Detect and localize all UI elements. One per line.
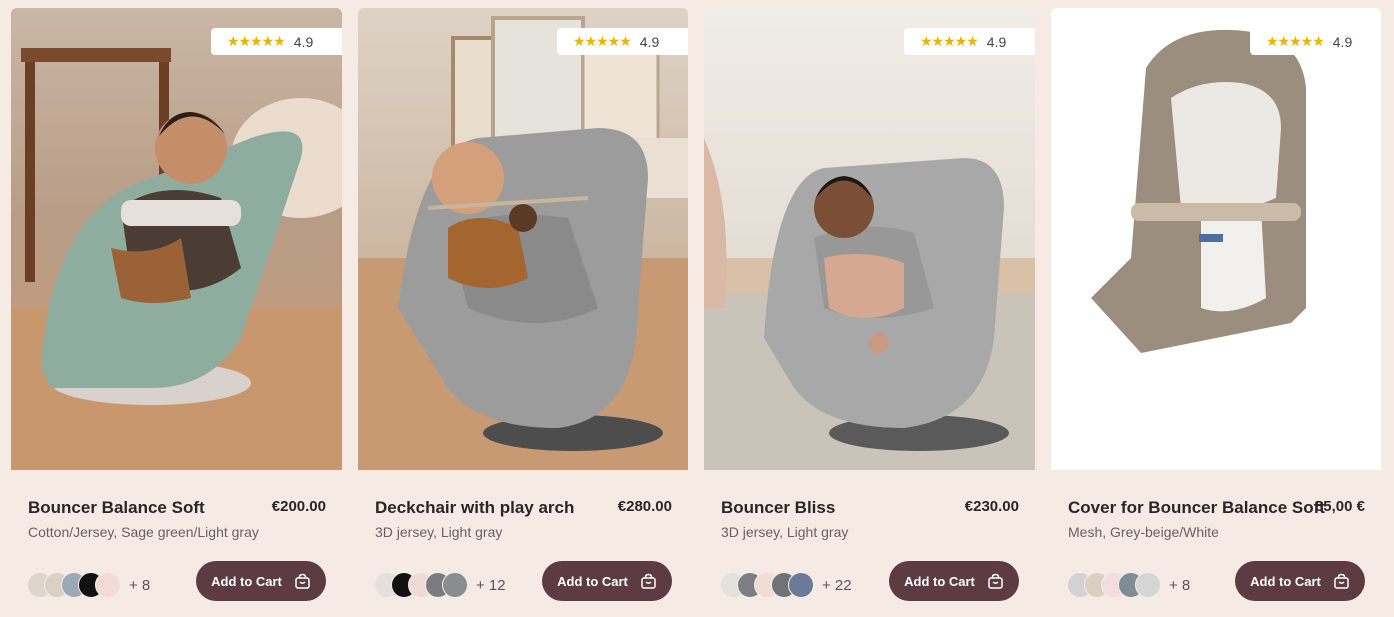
rating-value: 4.9 [639, 33, 660, 50]
product-card[interactable]: ★★★★★ 4.9 Deckchair with play arch €280.… [358, 8, 688, 608]
rating-value: 4.9 [293, 33, 314, 50]
baby-in-light-grey-bouncer-photo [704, 138, 1035, 470]
add-to-cart-label: Add to Cart [557, 573, 628, 589]
star-rating-icon: ★★★★★ [920, 33, 979, 49]
add-to-cart-label: Add to Cart [211, 573, 282, 589]
add-to-cart-label: Add to Cart [904, 573, 975, 589]
product-title[interactable]: Cover for Bouncer Balance Soft [1068, 498, 1325, 518]
product-image[interactable]: ★★★★★ 4.9 [704, 8, 1035, 470]
color-swatch[interactable] [442, 572, 468, 598]
rating-badge: ★★★★★ 4.9 [904, 28, 1035, 55]
product-title[interactable]: Deckchair with play arch [375, 498, 574, 518]
more-colors-count[interactable]: + 8 [1169, 577, 1190, 594]
product-title[interactable]: Bouncer Balance Soft [28, 498, 205, 518]
color-swatch[interactable] [1135, 572, 1161, 598]
rating-value: 4.9 [986, 33, 1007, 50]
color-swatches: + 8 [27, 572, 150, 598]
mesh-bouncer-cover-photo [1091, 29, 1306, 354]
color-swatches: + 8 [1067, 572, 1190, 598]
shopping-bag-icon [987, 573, 1004, 590]
add-to-cart-button[interactable]: Add to Cart [1235, 561, 1365, 601]
rating-badge: ★★★★★ 4.9 [557, 28, 688, 55]
color-swatches: + 12 [374, 572, 506, 598]
more-colors-count[interactable]: + 22 [822, 577, 852, 594]
product-card[interactable]: ★★★★★ 4.9 Cover for Bouncer Balance Soft… [1051, 8, 1381, 608]
add-to-cart-button[interactable]: Add to Cart [196, 561, 326, 601]
add-to-cart-button[interactable]: Add to Cart [889, 561, 1019, 601]
baby-in-green-bouncer-photo [11, 48, 342, 470]
product-variant: 3D jersey, Light gray [375, 524, 503, 540]
shopping-bag-icon [1333, 573, 1350, 590]
product-image[interactable]: ★★★★★ 4.9 [358, 8, 688, 470]
rating-value: 4.9 [1332, 33, 1353, 50]
shopping-bag-icon [294, 573, 311, 590]
product-variant: 3D jersey, Light gray [721, 524, 849, 540]
product-title[interactable]: Bouncer Bliss [721, 498, 835, 518]
color-swatches: + 22 [720, 572, 852, 598]
product-image[interactable]: ★★★★★ 4.9 [11, 8, 342, 470]
product-card[interactable]: ★★★★★ 4.9 Bouncer Balance Soft €200.00 C… [11, 8, 342, 608]
more-colors-count[interactable]: + 8 [129, 577, 150, 594]
star-rating-icon: ★★★★★ [1266, 33, 1325, 49]
more-colors-count[interactable]: + 12 [476, 577, 506, 594]
add-to-cart-button[interactable]: Add to Cart [542, 561, 672, 601]
product-price: €200.00 [271, 498, 326, 515]
product-variant: Mesh, Grey-beige/White [1068, 524, 1219, 540]
product-price: €280.00 [617, 498, 672, 515]
add-to-cart-label: Add to Cart [1250, 573, 1321, 589]
product-image[interactable]: ★★★★★ 4.9 [1051, 8, 1381, 470]
rating-badge: ★★★★★ 4.9 [1250, 28, 1381, 55]
color-swatch[interactable] [95, 572, 121, 598]
product-price: 85,00 € [1314, 498, 1365, 515]
shopping-bag-icon [640, 573, 657, 590]
baby-in-grey-bouncer-with-toy-photo [358, 16, 688, 470]
star-rating-icon: ★★★★★ [573, 33, 632, 49]
product-price: €230.00 [964, 498, 1019, 515]
star-rating-icon: ★★★★★ [227, 33, 286, 49]
product-card[interactable]: ★★★★★ 4.9 Bouncer Bliss €230.00 3D jerse… [704, 8, 1035, 608]
rating-badge: ★★★★★ 4.9 [211, 28, 342, 55]
product-variant: Cotton/Jersey, Sage green/Light gray [28, 524, 259, 540]
color-swatch[interactable] [788, 572, 814, 598]
